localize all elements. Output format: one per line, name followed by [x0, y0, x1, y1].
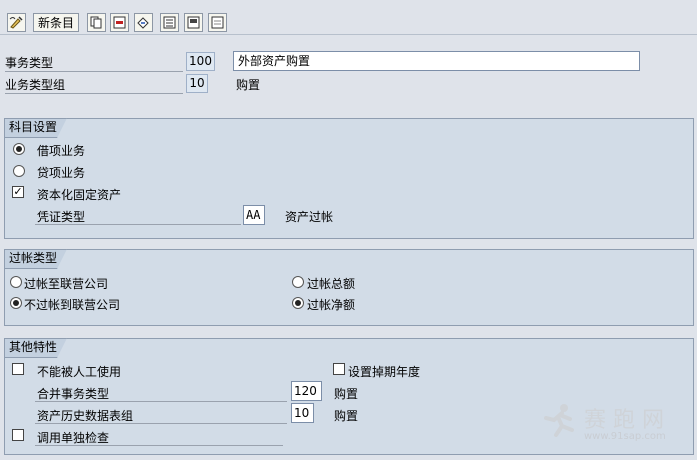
no-post-affiliate-label: 不过帐到联营公司	[24, 298, 121, 312]
copy-button[interactable]	[87, 13, 106, 32]
debit-label: 借项业务	[37, 144, 86, 158]
post-net-radio[interactable]	[292, 297, 304, 309]
delete-icon	[113, 16, 126, 29]
credit-radio[interactable]	[13, 165, 25, 177]
new-entries-button[interactable]: 新条目	[33, 13, 80, 32]
call-check-checkbox[interactable]	[12, 429, 24, 441]
transaction-type-value: 100	[186, 52, 215, 71]
set-retirement-year-label: 设置掉期年度	[348, 365, 421, 379]
select-all-icon	[163, 16, 176, 29]
capitalize-checkbox[interactable]: ✓	[12, 186, 24, 198]
watermark: 赛 跑 网 www.91sap.com	[540, 400, 690, 448]
post-to-affiliate-radio[interactable]	[10, 276, 22, 288]
watermark-url: www.91sap.com	[584, 431, 666, 442]
application-toolbar: 新条目	[0, 0, 697, 34]
doc-type-text: 资产过帐	[285, 210, 334, 224]
delete-button[interactable]	[110, 13, 129, 32]
toolbar-separator	[0, 34, 697, 35]
credit-label: 贷项业务	[37, 166, 86, 180]
consolidation-type-text: 购置	[334, 387, 359, 401]
transaction-group-label: 业务类型组	[5, 78, 66, 92]
transaction-group-value: 10	[186, 74, 208, 93]
debit-radio[interactable]	[13, 143, 25, 155]
transaction-type-text-field[interactable]: 外部资产购置	[233, 51, 640, 71]
set-retirement-year-checkbox[interactable]	[333, 363, 345, 375]
no-manual-checkbox[interactable]	[12, 363, 24, 375]
history-group-label: 资产历史数据表组	[37, 409, 134, 423]
transaction-group-text: 购置	[236, 78, 261, 92]
no-manual-label: 不能被人工使用	[37, 365, 122, 379]
call-check-label: 调用单独检查	[37, 431, 110, 445]
label-underline	[5, 93, 183, 94]
runner-logo-icon	[542, 402, 578, 441]
no-post-affiliate-radio[interactable]	[10, 297, 22, 309]
display-change-button[interactable]	[7, 13, 26, 32]
post-net-label: 过帐净额	[307, 298, 356, 312]
transaction-type-label: 事务类型	[5, 56, 54, 70]
label-underline	[35, 401, 287, 402]
doc-type-field[interactable]: AA	[243, 205, 265, 225]
new-entries-label: 新条目	[38, 16, 75, 30]
post-to-affiliate-label: 过帐至联营公司	[24, 277, 109, 291]
deselect-icon	[211, 16, 224, 29]
undo-change-button[interactable]	[134, 13, 153, 32]
capitalize-label: 资本化固定资产	[37, 188, 122, 202]
select-all-button[interactable]	[160, 13, 179, 32]
label-underline	[35, 445, 283, 446]
account-settings-group: 科目设置 借项业务 贷项业务 ✓ 资本化固定资产 凭证类型 AA 资产过帐	[4, 118, 694, 239]
doc-type-label: 凭证类型	[37, 210, 86, 224]
other-features-title: 其他特性	[4, 338, 67, 358]
post-gross-radio[interactable]	[292, 276, 304, 288]
select-block-button[interactable]	[184, 13, 203, 32]
history-group-text: 购置	[334, 409, 359, 423]
history-group-field[interactable]: 10	[291, 403, 314, 423]
label-underline	[35, 224, 241, 225]
copy-icon	[90, 16, 103, 29]
undo-icon	[136, 16, 151, 29]
posting-type-title: 过帐类型	[4, 249, 67, 269]
label-underline	[35, 423, 287, 424]
deselect-all-button[interactable]	[208, 13, 227, 32]
account-settings-title: 科目设置	[4, 118, 67, 138]
label-underline	[5, 71, 183, 72]
posting-type-group: 过帐类型 过帐至联营公司 不过帐到联营公司 过帐总额 过帐净额	[4, 249, 694, 326]
edit-toggle-icon	[9, 16, 24, 29]
select-block-icon	[187, 16, 200, 29]
post-gross-label: 过帐总额	[307, 277, 356, 291]
watermark-brand: 赛 跑 网	[584, 408, 664, 433]
consolidation-type-field[interactable]: 120	[291, 381, 322, 401]
consolidation-type-label: 合并事务类型	[37, 387, 110, 401]
